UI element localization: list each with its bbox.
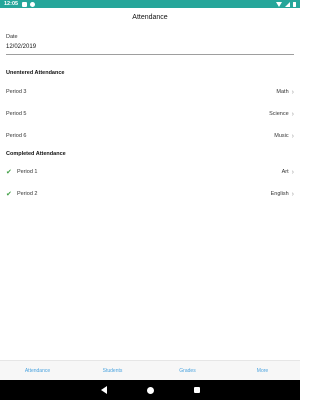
check-icon: ✔ (6, 169, 12, 176)
period-label: Period 5 (6, 111, 27, 117)
system-nav-bar (0, 380, 300, 400)
page-title: Attendance (132, 13, 168, 21)
date-field[interactable]: Date 12/02/2019 (6, 34, 294, 55)
notification-icon (30, 1, 36, 7)
unentered-row[interactable]: Period 6 Music › (0, 125, 300, 147)
chevron-right-icon: › (291, 132, 294, 140)
signal-icon (285, 1, 290, 7)
wifi-icon (276, 1, 282, 7)
back-icon[interactable] (100, 386, 107, 394)
chevron-right-icon: › (291, 88, 294, 96)
subject-label: Science (269, 111, 289, 117)
completed-row[interactable]: ✔ Period 2 English › (0, 183, 300, 205)
nav-students[interactable]: Students (75, 368, 150, 374)
chevron-right-icon: › (291, 168, 294, 176)
chevron-right-icon: › (291, 110, 294, 118)
period-label: Period 2 (17, 191, 38, 197)
battery-icon (293, 1, 296, 7)
check-icon: ✔ (6, 191, 12, 198)
recents-icon[interactable] (193, 387, 200, 393)
bottom-nav: Attendance Students Grades More (0, 360, 300, 380)
status-time: 12:05 (4, 1, 19, 7)
completed-heading: Completed Attendance (6, 151, 66, 157)
date-value[interactable]: 12/02/2019 (6, 44, 294, 55)
period-label: Period 1 (17, 169, 38, 175)
unentered-row[interactable]: Period 5 Science › (0, 103, 300, 125)
subject-label: Art (281, 169, 289, 175)
subject-label: Math (276, 89, 289, 95)
nav-attendance[interactable]: Attendance (0, 368, 75, 374)
app-header: Attendance (0, 8, 300, 26)
status-bar: 12:05 (0, 0, 300, 8)
home-icon[interactable] (146, 386, 154, 394)
chevron-right-icon: › (291, 190, 294, 198)
sim-icon (22, 1, 28, 7)
subject-label: Music (274, 133, 289, 139)
unentered-heading: Unentered Attendance (6, 70, 65, 76)
unentered-row[interactable]: Period 3 Math › (0, 81, 300, 103)
period-label: Period 3 (6, 89, 27, 95)
nav-more[interactable]: More (225, 368, 300, 374)
period-label: Period 6 (6, 133, 27, 139)
date-label: Date (6, 34, 18, 40)
completed-row[interactable]: ✔ Period 1 Art › (0, 161, 300, 183)
nav-grades[interactable]: Grades (150, 368, 225, 374)
subject-label: English (270, 191, 289, 197)
